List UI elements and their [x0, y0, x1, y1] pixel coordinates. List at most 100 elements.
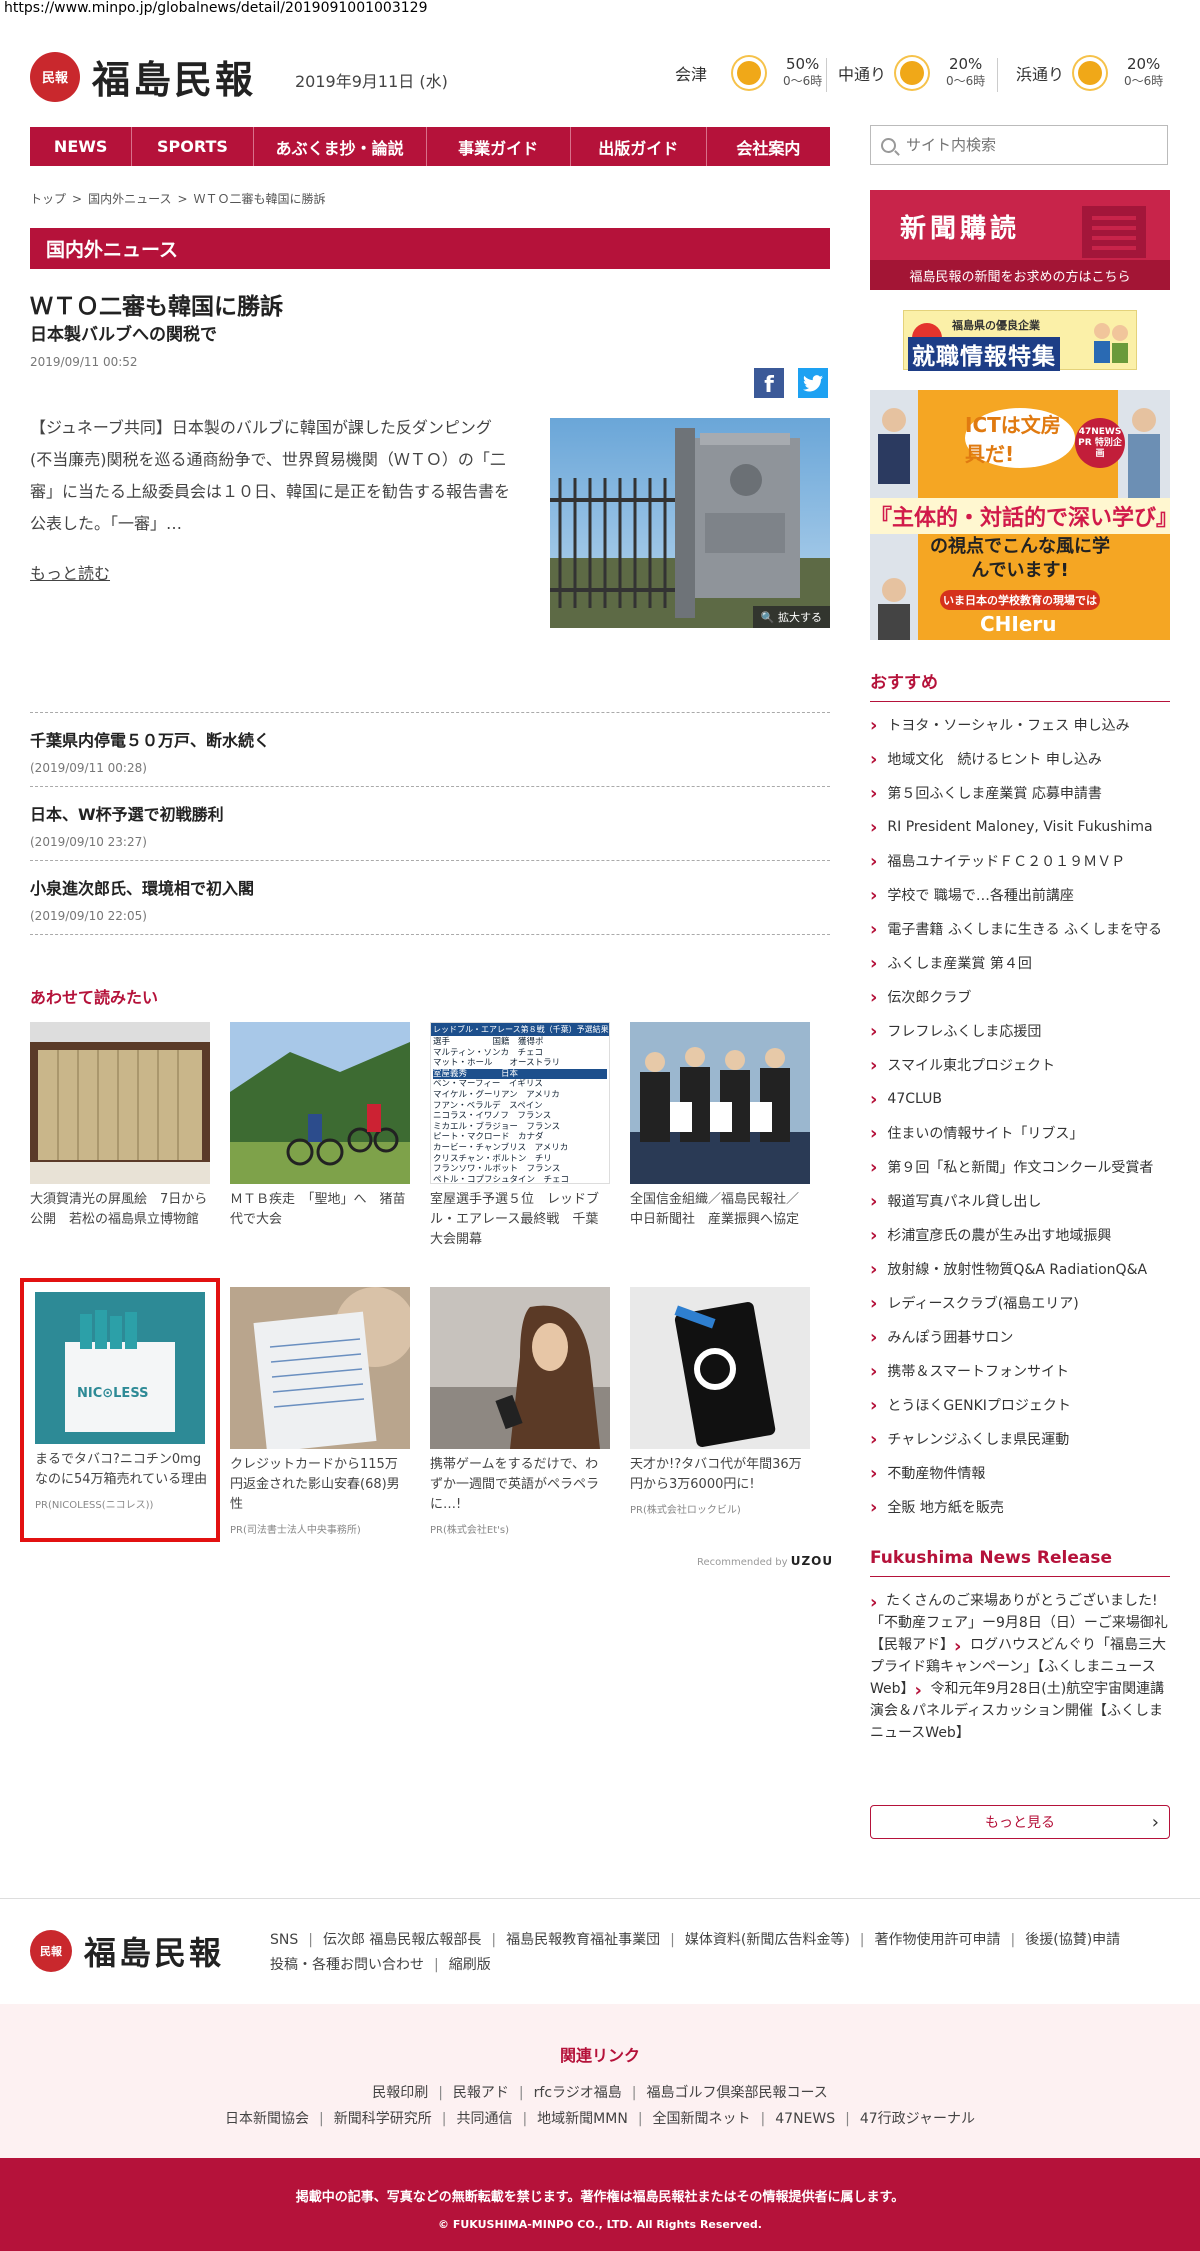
results-table: 選手 国籍 獲得ポ マルティン・ソンカ チェコ マット・ホール オーストラリ 室屋義秀… [431, 1036, 609, 1183]
sidebar-link[interactable]: 住まいの情報サイト「リブス」 [870, 1116, 1170, 1150]
table-row: カービー・チャンブリス アメリカ [433, 1142, 569, 1153]
article-body: 【ジュネーブ共同】日本製のバルブに韓国が課した反ダンピング(不当廉売)関税を巡る… [30, 418, 511, 533]
sidebar-link[interactable]: 第９回「私と新聞」作文コンクール受賞者 [870, 1150, 1170, 1184]
news-title[interactable]: 千葉県内停電５０万戸、断水続く [30, 727, 830, 751]
related-link[interactable]: 日本新聞協会 [225, 2111, 309, 2127]
facebook-share-icon[interactable]: f [754, 368, 784, 398]
related-link[interactable]: 新聞科学研究所 [334, 2111, 432, 2127]
sidebar-link[interactable]: 伝次郎クラブ [870, 980, 1170, 1014]
list-divider [30, 934, 830, 935]
sidebar-link[interactable]: 47CLUB [870, 1082, 1170, 1116]
nav-editorial[interactable]: あぶくま抄・論説 [254, 127, 427, 166]
table-row: ミカエル・ブラジョー フランス [433, 1121, 561, 1132]
subscription-banner[interactable]: 新聞購読 福島民報の新聞をお求めの方はこちら [870, 190, 1170, 290]
related-link[interactable]: 47NEWS [775, 2111, 835, 2127]
nav-company[interactable]: 会社案内 [707, 127, 830, 166]
related-link[interactable]: 地域新聞MMN [537, 2111, 628, 2127]
article-photo[interactable]: 🔍 拡大する [550, 418, 830, 628]
related-link[interactable]: 全国新聞ネット [653, 2111, 751, 2127]
link-separator: | [631, 2085, 637, 2101]
related-link[interactable]: 福島ゴルフ倶楽部民報コース [646, 2085, 827, 2101]
people-illustration [1088, 317, 1132, 365]
footer-link[interactable]: 著作物使用許可申請 [875, 1932, 1001, 1948]
sidebar-link[interactable]: 報道写真パネル貸し出し [870, 1184, 1170, 1218]
link-separator: | [434, 1957, 439, 1973]
sidebar-link[interactable]: フレフレふくしま応援団 [870, 1014, 1170, 1048]
breadcrumb-section[interactable]: 国内外ニュース [88, 192, 171, 206]
nav-business-guide[interactable]: 事業ガイド [427, 127, 571, 166]
related-card[interactable]: 大須賀清光の屏風絵 7日から公開 若松の福島県立博物館 [30, 1022, 210, 1230]
sidebar-link[interactable]: RI President Maloney, Visit Fukushima [870, 810, 1170, 844]
sidebar-link[interactable]: 第５回ふくしま産業賞 応募申請書 [870, 776, 1170, 810]
link-separator: | [859, 1932, 865, 1948]
related-card[interactable]: 全国信金組織／福島民報社／中日新聞社 産業振興へ協定 [630, 1022, 810, 1230]
sidebar-link[interactable]: 杉浦宣彦氏の農が生み出す地域振興 [870, 1218, 1170, 1252]
search-icon[interactable] [881, 137, 896, 153]
sidebar-link[interactable]: 全販 地方紙を販売 [870, 1490, 1170, 1524]
footer-link[interactable]: 伝次郎 福島民報広報部長 [323, 1932, 481, 1948]
sidebar-link[interactable]: ふくしま産業賞 第４回 [870, 946, 1170, 980]
list-item[interactable]: 千葉県内停電５０万戸、断水続く (2019/09/11 00:28) [30, 712, 830, 786]
recommended-list: トヨタ・ソーシャル・フェス 申し込み地域文化 続けるヒント 申し込み第５回ふくし… [870, 708, 1170, 1524]
related-card-pr[interactable]: 天才か!?タバコ代が年間36万円から3万6000円に! PR(株式会社ロックビル… [630, 1287, 810, 1516]
sidebar-link[interactable]: スマイル東北プロジェクト [870, 1048, 1170, 1082]
footer-link[interactable]: 縮刷版 [449, 1957, 491, 1973]
footer-link[interactable]: SNS [270, 1932, 298, 1948]
sidebar-link[interactable]: 福島ユナイテッドＦＣ２０１９ＭＶＰ [870, 844, 1170, 878]
site-logo[interactable]: 民報 福島民報 [30, 49, 256, 104]
subscription-title: 新聞購読 [900, 214, 1021, 244]
sidebar-link[interactable]: チャレンジふくしま県民運動 [870, 1422, 1170, 1456]
nav-sports[interactable]: SPORTS [132, 127, 254, 166]
card-caption: 室屋選手予選５位 レッドブル・エアレース最終戦 千葉大会開幕 [430, 1192, 600, 1247]
job-info-banner[interactable]: 福島県の優良企業 就職情報特集 [903, 310, 1137, 371]
related-link[interactable]: rfcラジオ福島 [534, 2085, 622, 2101]
search-input[interactable] [904, 135, 1148, 155]
sidebar-link[interactable]: トヨタ・ソーシャル・フェス 申し込み [870, 708, 1170, 742]
list-item[interactable]: 日本、W杯予選で初戦勝利 (2019/09/10 23:27) [30, 786, 830, 860]
twitter-share-icon[interactable] [798, 368, 828, 398]
related-card[interactable]: レッドブル・エアレース第８戦（千葉）予選結果 選手 国籍 獲得ポ マルティン・ソン… [430, 1022, 610, 1250]
sidebar-link[interactable]: みんぽう囲碁サロン [870, 1320, 1170, 1354]
sidebar-link[interactable]: 携帯＆スマートフォンサイト [870, 1354, 1170, 1388]
footer-link[interactable]: 福島民報教育福祉事業団 [506, 1932, 660, 1948]
recommended-by[interactable]: Recommended by UZOU [697, 1554, 833, 1568]
chieru-logo: CHIeru [980, 612, 1057, 636]
table-row: フアン・ベラルデ スペイン [433, 1100, 543, 1111]
nav-publishing-guide[interactable]: 出版ガイド [571, 127, 707, 166]
ict-education-banner[interactable]: ICTは文房具だ! 47NEWS PR 特別企画 『主体的・対話的で深い学び』 … [870, 390, 1170, 640]
sidebar-link[interactable]: 電子書籍 ふくしまに生きる ふくしまを守る [870, 912, 1170, 946]
related-links-heading: 関連リンク [559, 2046, 640, 2065]
related-link[interactable]: 共同通信 [456, 2111, 512, 2127]
sidebar-link[interactable]: レディースクラブ(福島エリア) [870, 1286, 1170, 1320]
footer-links: SNS | 伝次郎 福島民報広報部長 | 福島民報教育福祉事業団 | 媒体資料(新聞広告料金… [270, 1928, 1150, 1978]
sidebar-link[interactable]: 学校で 職場で…各種出前講座 [870, 878, 1170, 912]
news-title[interactable]: 小泉進次郎氏、環境相で初入閣 [30, 875, 830, 899]
related-link[interactable]: 民報アド [453, 2085, 509, 2101]
link-separator: | [522, 2111, 528, 2127]
news-date: (2019/09/10 23:27) [30, 835, 147, 849]
related-links-section: 関連リンク 民報印刷 | 民報アド | rfcラジオ福島 | 福島ゴルフ倶楽部民報コース 日… [0, 2004, 1200, 2158]
read-more-link[interactable]: もっと読む [30, 560, 110, 584]
nav-news[interactable]: NEWS [30, 127, 133, 166]
related-card-pr[interactable]: 携帯ゲームをするだけで、わずか一週間で英語がペラペラに…! PR(株式会社Et'… [430, 1287, 610, 1536]
news-release-item[interactable]: 令和元年9月28日(土)航空宇宙関連講演会＆パネルディスカッション開催【ふくしま… [870, 1681, 1164, 1741]
list-item[interactable]: 小泉進次郎氏、環境相で初入閣 (2019/09/10 22:05) [30, 860, 830, 934]
sidebar-link[interactable]: 不動産物件情報 [870, 1456, 1170, 1490]
related-card[interactable]: ＭＴＢ疾走 「聖地」へ 猪苗代で大会 [230, 1022, 410, 1230]
link-separator: | [441, 2111, 447, 2127]
footer-link[interactable]: 後援(協賛)申請 [1025, 1932, 1120, 1948]
breadcrumb-current: ＷＴＯ二審も韓国に勝訴 [193, 192, 326, 206]
sidebar-link[interactable]: とうほくGENKIプロジェクト [870, 1388, 1170, 1422]
related-link[interactable]: 民報印刷 [372, 2085, 428, 2101]
related-link[interactable]: 47行政ジャーナル [860, 2111, 975, 2127]
footer-logo[interactable]: 民報 福島民報 [30, 1928, 224, 1974]
zoom-button[interactable]: 🔍 拡大する [752, 606, 830, 628]
footer-link[interactable]: 媒体資料(新聞広告料金等) [685, 1932, 850, 1948]
sidebar-link[interactable]: 地域文化 続けるヒント 申し込み [870, 742, 1170, 776]
sidebar-link[interactable]: 放射線・放射性物質Q&A RadiationQ&A [870, 1252, 1170, 1286]
more-button[interactable]: もっと見る [870, 1805, 1170, 1839]
footer-link[interactable]: 投稿・各種お問い合わせ [270, 1957, 424, 1973]
breadcrumb-top[interactable]: トップ [30, 192, 66, 206]
news-title[interactable]: 日本、W杯予選で初戦勝利 [30, 801, 830, 825]
related-card-pr[interactable]: クレジットカードから115万円返金された影山安春(68)男性 PR(司法書士法人… [230, 1287, 410, 1536]
